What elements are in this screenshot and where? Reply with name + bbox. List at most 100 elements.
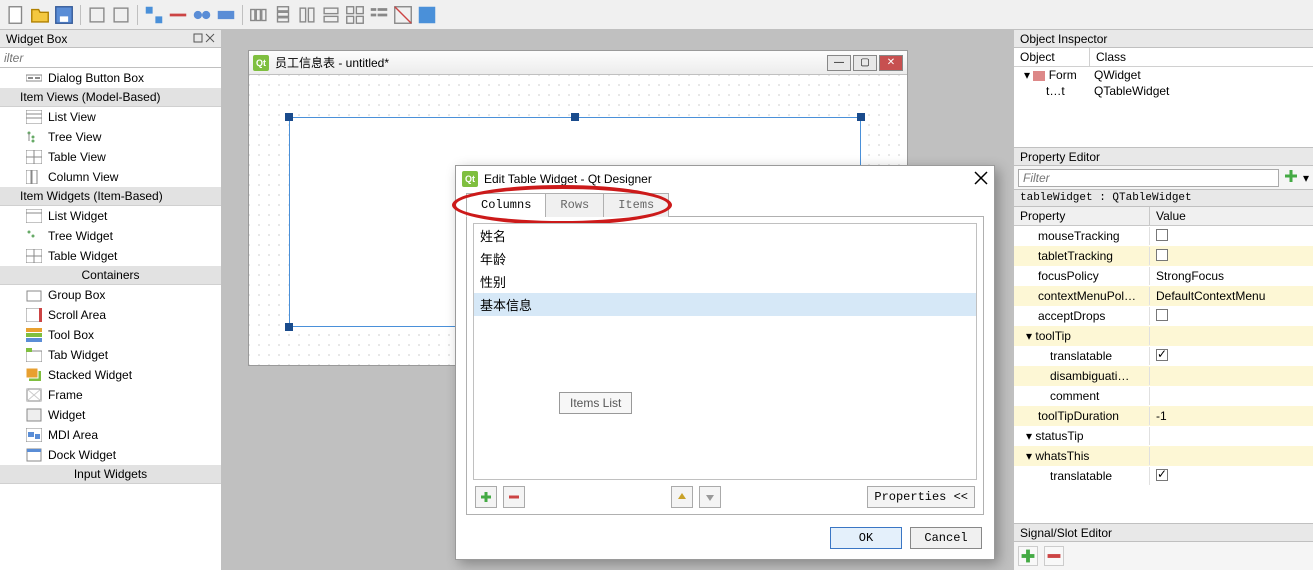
list-item[interactable]: 姓名 [474, 224, 976, 247]
widget-category[interactable]: Item Views (Model-Based) [0, 88, 221, 107]
widget-item[interactable]: Table View [0, 147, 221, 167]
resize-handle[interactable] [285, 323, 293, 331]
edit-widgets-icon[interactable] [143, 4, 165, 26]
layout-vsplit-icon[interactable] [320, 4, 342, 26]
new-file-icon[interactable] [5, 4, 27, 26]
edit-signals-icon[interactable] [167, 4, 189, 26]
property-row[interactable]: focusPolicyStrongFocus [1014, 266, 1313, 286]
close-window-icon[interactable]: ✕ [879, 55, 903, 71]
widget-item[interactable]: Scroll Area [0, 305, 221, 325]
qt-icon: Qt [462, 171, 478, 187]
redo-icon[interactable] [110, 4, 132, 26]
widget-item[interactable]: Widget [0, 405, 221, 425]
widget-item[interactable]: Tree View [0, 127, 221, 147]
right-panels: Object Inspector Object Class ▾ Form QWi… [1013, 30, 1313, 570]
widget-item[interactable]: Tool Box [0, 325, 221, 345]
property-row[interactable]: ▾ whatsThis [1014, 446, 1313, 466]
widget-box-title: Widget Box [0, 30, 221, 48]
list-item[interactable]: 基本信息 [474, 293, 976, 316]
widget-category[interactable]: Input Widgets [0, 465, 221, 484]
object-inspector-title: Object Inspector [1014, 30, 1313, 48]
list-item[interactable]: 性别 [474, 270, 976, 293]
save-icon[interactable] [53, 4, 75, 26]
object-row[interactable]: t…t QTableWidget [1014, 83, 1313, 99]
property-row[interactable]: ▾ toolTip [1014, 326, 1313, 346]
property-row[interactable]: ▾ statusTip [1014, 426, 1313, 446]
widget-category[interactable]: Item Widgets (Item-Based) [0, 187, 221, 206]
layout-grid-icon[interactable] [344, 4, 366, 26]
object-inspector[interactable]: Object Class ▾ Form QWidget t…t QTableWi… [1014, 48, 1313, 148]
adjust-size-icon[interactable] [416, 4, 438, 26]
property-filter[interactable] [1018, 169, 1279, 187]
tab-rows[interactable]: Rows [545, 193, 604, 217]
property-row[interactable]: translatable [1014, 346, 1313, 366]
dialog-body: 姓名 年龄 性别 基本信息 Items List Properties << [466, 217, 984, 515]
break-layout-icon[interactable] [392, 4, 414, 26]
property-row[interactable]: tabletTracking [1014, 246, 1313, 266]
move-up-icon[interactable] [671, 486, 693, 508]
widget-box-filter[interactable] [0, 48, 221, 68]
layout-hsplit-icon[interactable] [296, 4, 318, 26]
add-signal-icon[interactable] [1018, 546, 1038, 566]
cancel-button[interactable]: Cancel [910, 527, 982, 549]
widget-item[interactable]: List Widget [0, 206, 221, 226]
property-object-label: tableWidget : QTableWidget [1014, 190, 1313, 207]
dialog-close-icon[interactable] [974, 171, 988, 188]
layout-form-icon[interactable] [368, 4, 390, 26]
resize-handle[interactable] [571, 113, 579, 121]
edit-table-dialog: Qt Edit Table Widget - Qt Designer Colum… [455, 165, 995, 560]
resize-handle[interactable] [285, 113, 293, 121]
property-grid[interactable]: Property Value mouseTrackingtabletTracki… [1014, 207, 1313, 523]
remove-signal-icon[interactable] [1044, 546, 1064, 566]
property-row[interactable]: mouseTracking [1014, 226, 1313, 246]
form-titlebar: Qt 员工信息表 - untitled* — ▢ ✕ [249, 51, 907, 75]
layout-h-icon[interactable] [248, 4, 270, 26]
list-item[interactable]: 年龄 [474, 247, 976, 270]
edit-taborder-icon[interactable] [215, 4, 237, 26]
open-file-icon[interactable] [29, 4, 51, 26]
widget-box-title-label: Widget Box [6, 32, 67, 46]
move-down-icon[interactable] [699, 486, 721, 508]
maximize-icon[interactable]: ▢ [853, 55, 877, 71]
widget-item[interactable]: Frame [0, 385, 221, 405]
property-row[interactable]: acceptDrops [1014, 306, 1313, 326]
close-icon[interactable] [205, 32, 215, 46]
property-row[interactable]: contextMenuPol…DefaultContextMenu [1014, 286, 1313, 306]
property-row[interactable]: translatable [1014, 466, 1313, 486]
resize-handle[interactable] [857, 113, 865, 121]
widget-item[interactable]: Dock Widget [0, 445, 221, 465]
columns-list[interactable]: 姓名 年龄 性别 基本信息 Items List [473, 223, 977, 480]
property-row[interactable]: toolTipDuration-1 [1014, 406, 1313, 426]
minimize-icon[interactable]: — [827, 55, 851, 71]
qt-icon: Qt [253, 55, 269, 71]
widget-item[interactable]: Tab Widget [0, 345, 221, 365]
undo-icon[interactable] [86, 4, 108, 26]
add-property-icon[interactable] [1283, 168, 1299, 187]
properties-toggle[interactable]: Properties << [867, 486, 975, 508]
add-item-icon[interactable] [475, 486, 497, 508]
property-menu-icon[interactable]: ▾ [1303, 171, 1309, 185]
widget-box-panel: Widget Box Dialog Button Box Item Views … [0, 30, 222, 570]
tab-items[interactable]: Items [603, 193, 669, 217]
tab-columns[interactable]: Columns [466, 193, 546, 217]
widget-item[interactable]: Table Widget [0, 246, 221, 266]
restore-icon[interactable] [193, 32, 203, 46]
widget-item[interactable]: Stacked Widget [0, 365, 221, 385]
ok-button[interactable]: OK [830, 527, 902, 549]
property-row[interactable]: comment [1014, 386, 1313, 406]
widget-item[interactable]: List View [0, 107, 221, 127]
dialog-titlebar: Qt Edit Table Widget - Qt Designer [456, 166, 994, 192]
widget-item[interactable]: MDI Area [0, 425, 221, 445]
widget-category[interactable]: Containers [0, 266, 221, 285]
widget-item[interactable]: Column View [0, 167, 221, 187]
widget-item[interactable]: Dialog Button Box [0, 68, 221, 88]
property-row[interactable]: disambiguati… [1014, 366, 1313, 386]
widget-item[interactable]: Tree Widget [0, 226, 221, 246]
object-row[interactable]: ▾ Form QWidget [1014, 67, 1313, 83]
layout-v-icon[interactable] [272, 4, 294, 26]
widget-item[interactable]: Group Box [0, 285, 221, 305]
main-toolbar [0, 0, 1313, 30]
edit-buddies-icon[interactable] [191, 4, 213, 26]
widget-box-list[interactable]: Dialog Button Box Item Views (Model-Base… [0, 68, 221, 570]
remove-item-icon[interactable] [503, 486, 525, 508]
